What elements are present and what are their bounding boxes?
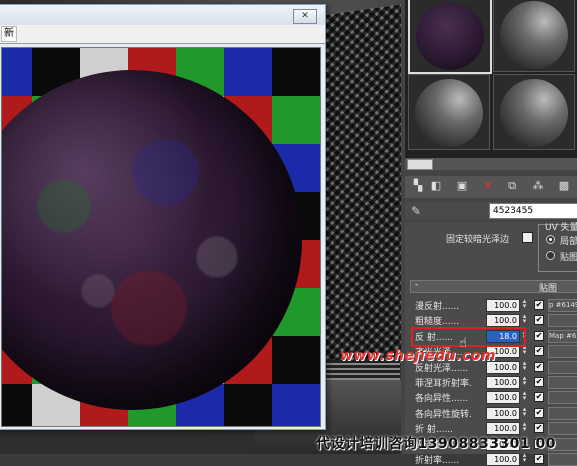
checker-tile [2, 384, 32, 426]
eyedropper-icon[interactable]: ✎ [411, 204, 421, 218]
spinner-icon[interactable]: ▴ ▾ [521, 405, 528, 418]
checker-tile [224, 384, 272, 426]
spinner-icon[interactable]: ▴ ▾ [521, 390, 528, 402]
slots-scrollbar[interactable] [405, 158, 577, 170]
map-row: 各向异性旋转. 100.0 ▴ ▾ ✔ [410, 405, 577, 420]
map-slot-button[interactable]: Map #6 [548, 329, 577, 343]
dim-gloss-checkbox[interactable] [522, 232, 533, 243]
map-row: 粗糙度...... 100.0 ▴ ▾ ✔ [410, 313, 577, 328]
menu-item[interactable]: 新 [1, 26, 17, 42]
checker-tile [224, 48, 272, 96]
menubar: 新 [0, 25, 325, 44]
spinner-icon[interactable]: ▴ ▾ [521, 298, 528, 310]
scroll-thumb[interactable] [407, 159, 433, 170]
checker-tile [272, 336, 320, 384]
sample-sphere [416, 2, 484, 70]
map-enable-checkbox[interactable]: ✔ [534, 454, 544, 464]
map-row: 漫反射...... 100.0 ▴ ▾ ✔ p #6149 [410, 298, 577, 312]
map-enable-checkbox[interactable]: ✔ [534, 392, 544, 403]
map-label: 菲涅耳折射率. [415, 379, 472, 389]
map-label: 各向异性...... [415, 394, 469, 405]
footer-watermark: 代设计培训咨询13908833301 00 [316, 436, 557, 452]
map-slot-button[interactable] [548, 360, 577, 374]
map-amount-input[interactable]: 100.0 [486, 299, 520, 312]
material-name-row: ✎ 4523455 [405, 202, 577, 220]
map-enable-checkbox[interactable]: ✔ [534, 361, 544, 372]
checkbox-label: 固定较暗光泽边 [446, 235, 510, 245]
map-enable-checkbox[interactable]: ✔ [534, 330, 544, 341]
preview-viewport[interactable] [1, 47, 321, 427]
map-amount-input[interactable]: 100.0 [486, 453, 520, 466]
map-amount-input[interactable]: 100.0 [486, 314, 520, 328]
spinner-icon[interactable]: ▴ ▾ [521, 375, 528, 387]
map-label: 折射率...... [415, 456, 460, 466]
map-slot-button[interactable] [548, 453, 577, 466]
sample-sphere [500, 1, 568, 69]
radio-local-label: 局部 [560, 237, 577, 247]
delete-icon[interactable]: ✕ [481, 179, 495, 193]
assign-material-icon[interactable]: ▣ [455, 179, 469, 193]
get-material-icon[interactable]: ▚ [411, 179, 425, 193]
map-label: 漫反射...... [415, 302, 460, 312]
sample-slot[interactable] [408, 74, 490, 150]
map-label: 各向异性旋转. [415, 409, 472, 420]
map-enable-checkbox[interactable]: ✔ [534, 300, 544, 310]
sample-slot[interactable] [493, 0, 575, 72]
map-row: 各向异性...... 100.0 ▴ ▾ ✔ [410, 390, 577, 405]
rollout-toggle: - [415, 280, 419, 290]
map-row: 菲涅耳折射率. 100.0 ▴ ▾ ✔ [410, 375, 577, 389]
spinner-icon[interactable]: ▴ ▾ [521, 313, 528, 325]
map-enable-checkbox[interactable]: ✔ [534, 423, 544, 434]
map-slot-button[interactable] [548, 406, 577, 420]
map-slot-button[interactable] [548, 391, 577, 405]
map-enable-checkbox[interactable]: ✔ [534, 346, 544, 357]
map-amount-input[interactable]: 100.0 [486, 376, 520, 389]
material-toolbar: ▚ ◧ ▣ ✕ ⧉ ⁂ ▩ [405, 176, 577, 198]
sample-sphere [500, 79, 568, 147]
map-amount-input[interactable]: 100.0 [486, 391, 520, 405]
sample-slot-active[interactable] [408, 0, 492, 74]
map-slot-button[interactable] [548, 314, 577, 328]
watermark: www.shejiedu.com [340, 348, 496, 364]
maps-rollout-header[interactable]: - 贴图 [410, 280, 577, 294]
window-titlebar[interactable]: ✕ [0, 5, 325, 25]
map-amount-input[interactable]: 100.0 [486, 406, 520, 420]
spinner-icon[interactable]: ▴ ▾ [521, 359, 528, 372]
radio-local[interactable] [546, 235, 555, 244]
checker-tile [272, 96, 320, 144]
sample-sphere [415, 79, 483, 147]
highlight-box [411, 327, 526, 347]
radio-map[interactable] [546, 251, 555, 260]
unique-icon[interactable]: ⁂ [531, 179, 545, 193]
checker-tile [272, 384, 320, 426]
map-enable-checkbox[interactable]: ✔ [534, 315, 544, 326]
preview-window[interactable]: ✕ 新 [0, 4, 326, 430]
map-enable-checkbox[interactable]: ✔ [534, 407, 544, 418]
map-enable-checkbox[interactable]: ✔ [534, 377, 544, 387]
copy-icon[interactable]: ⧉ [505, 179, 519, 193]
sample-slots [405, 0, 577, 158]
map-row: 折射率...... 100.0 ▴ ▾ ✔ [410, 452, 577, 466]
put-to-scene-icon[interactable]: ◧ [429, 179, 443, 193]
put-to-library-icon[interactable]: ▩ [557, 179, 571, 193]
map-slot-button[interactable]: p #6149 [548, 299, 577, 312]
spinner-icon[interactable]: ▴ ▾ [521, 421, 528, 433]
uv-group-label: UV 失量 [545, 223, 577, 233]
textured-box [323, 4, 401, 376]
radio-map-label: 贴图 [560, 253, 577, 263]
material-name-field[interactable]: 4523455 [489, 203, 577, 219]
close-button[interactable]: ✕ [293, 9, 317, 24]
checker-tile [2, 48, 32, 96]
map-label: 粗糙度...... [415, 317, 460, 328]
rollout-title: 贴图 [539, 284, 558, 294]
map-slot-button[interactable] [548, 345, 577, 359]
map-slot-button[interactable] [548, 376, 577, 389]
spinner-icon[interactable]: ▴ ▾ [521, 452, 528, 464]
checker-tile [272, 48, 320, 96]
sample-slot[interactable] [493, 74, 575, 150]
